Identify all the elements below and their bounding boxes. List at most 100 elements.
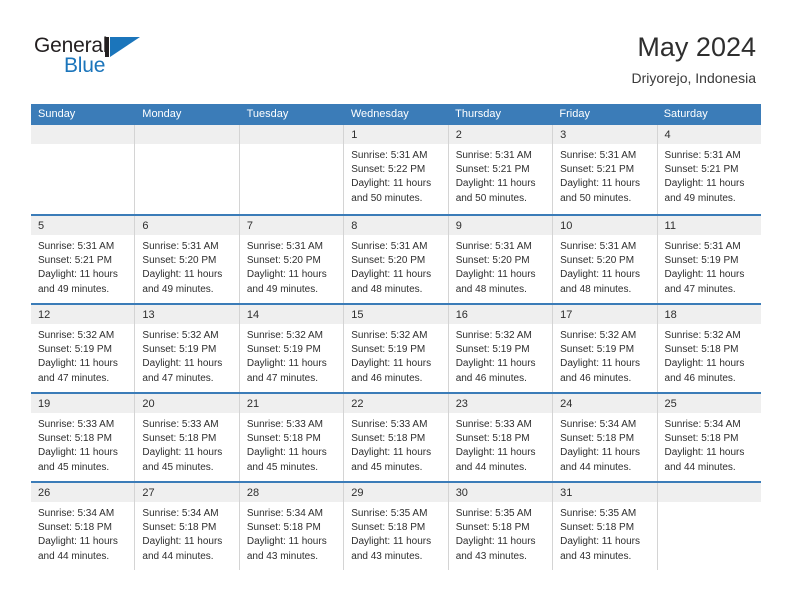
day-number: 20 [142, 398, 155, 410]
sunrise-text: Sunrise: 5:32 AM [351, 330, 428, 341]
day-cell[interactable]: 19 Sunrise: 5:33 AM Sunset: 5:18 PM Dayligh… [31, 394, 135, 481]
daylight-text-line2: and 45 minutes. [351, 461, 423, 473]
sunset-text: Sunset: 5:20 PM [246, 255, 321, 267]
day-number-band: 10 [553, 216, 657, 235]
day-cell[interactable]: 22 Sunrise: 5:33 AM Sunset: 5:18 PM Dayligh… [343, 394, 448, 481]
daylight-text-line2: and 43 minutes. [246, 550, 319, 562]
day-number-band [135, 125, 239, 144]
sunrise-text: Sunrise: 5:32 AM [246, 330, 323, 341]
day-info: Sunrise: 5:33 AM Sunset: 5:18 PM Daylight:… [31, 413, 134, 475]
day-cell-empty [31, 125, 135, 214]
sunrise-text: Sunrise: 5:34 AM [246, 508, 323, 519]
day-cell[interactable]: 27 Sunrise: 5:34 AM Sunset: 5:18 PM Dayligh… [134, 483, 239, 570]
daylight-text-line1: Daylight: 11 hours [246, 447, 327, 459]
day-cell[interactable]: 18 Sunrise: 5:32 AM Sunset: 5:18 PM Dayligh… [656, 305, 761, 392]
day-info: Sunrise: 5:32 AM Sunset: 5:19 PM Daylight:… [31, 324, 134, 386]
day-cell[interactable]: 20 Sunrise: 5:33 AM Sunset: 5:18 PM Dayligh… [134, 394, 239, 481]
logo-triangle-icon [110, 37, 140, 57]
general-blue-logo[interactable]: General Blue [34, 34, 164, 84]
day-number: 17 [560, 309, 573, 321]
day-number-band: 1 [344, 125, 448, 144]
day-number: 4 [664, 129, 671, 141]
sunrise-text: Sunrise: 5:31 AM [38, 241, 115, 252]
day-number: 13 [142, 309, 155, 321]
day-number: 30 [455, 487, 468, 499]
day-cell[interactable]: 4 Sunrise: 5:31 AM Sunset: 5:21 PM Daylight… [656, 125, 761, 214]
day-cell[interactable]: 17 Sunrise: 5:32 AM Sunset: 5:19 PM Dayligh… [552, 305, 657, 392]
day-cell[interactable]: 13 Sunrise: 5:32 AM Sunset: 5:19 PM Dayligh… [134, 305, 239, 392]
daylight-text-line1: Daylight: 11 hours [560, 269, 640, 281]
day-info: Sunrise: 5:31 AM Sunset: 5:22 PM Daylight:… [344, 144, 447, 206]
day-cell[interactable]: 9 Sunrise: 5:31 AM Sunset: 5:20 PM Daylight… [447, 216, 553, 303]
daylight-text-line1: Daylight: 11 hours [455, 447, 536, 459]
day-cell[interactable]: 14 Sunrise: 5:32 AM Sunset: 5:19 PM Dayligh… [238, 305, 344, 392]
sunrise-text: Sunrise: 5:31 AM [351, 150, 428, 161]
day-cell[interactable]: 30 Sunrise: 5:35 AM Sunset: 5:18 PM Dayligh… [447, 483, 553, 570]
sunrise-text: Sunrise: 5:31 AM [246, 241, 323, 252]
sunrise-text: Sunrise: 5:33 AM [38, 419, 115, 430]
day-number: 25 [664, 398, 677, 410]
day-number-band: 18 [657, 305, 761, 324]
day-cell[interactable]: 28 Sunrise: 5:34 AM Sunset: 5:18 PM Dayligh… [238, 483, 344, 570]
day-info: Sunrise: 5:31 AM Sunset: 5:21 PM Daylight:… [449, 144, 552, 206]
sunrise-text: Sunrise: 5:35 AM [455, 508, 532, 519]
day-cell[interactable]: 26 Sunrise: 5:34 AM Sunset: 5:18 PM Dayligh… [31, 483, 135, 570]
sunset-text: Sunset: 5:19 PM [38, 344, 112, 356]
day-number: 14 [246, 309, 260, 321]
daylight-text-line1: Daylight: 11 hours [351, 178, 432, 190]
day-cell[interactable]: 21 Sunrise: 5:33 AM Sunset: 5:18 PM Dayligh… [238, 394, 344, 481]
day-cell[interactable]: 8 Sunrise: 5:31 AM Sunset: 5:20 PM Daylight… [343, 216, 448, 303]
sunset-text: Sunset: 5:18 PM [142, 522, 217, 534]
day-cell[interactable]: 6 Sunrise: 5:31 AM Sunset: 5:20 PM Daylight… [134, 216, 239, 303]
logo-text-blue: Blue [64, 54, 106, 77]
sunrise-text: Sunrise: 5:32 AM [455, 330, 532, 341]
daylight-text-line1: Daylight: 11 hours [246, 536, 327, 548]
day-number-band: 24 [553, 394, 657, 413]
day-info: Sunrise: 5:34 AM Sunset: 5:18 PM Daylight:… [240, 502, 343, 564]
daylight-text-line1: Daylight: 11 hours [455, 536, 536, 548]
day-info: Sunrise: 5:31 AM Sunset: 5:20 PM Daylight:… [135, 235, 238, 297]
day-cell[interactable]: 12 Sunrise: 5:32 AM Sunset: 5:19 PM Dayligh… [31, 305, 135, 392]
day-cell[interactable]: 29 Sunrise: 5:35 AM Sunset: 5:18 PM Dayligh… [343, 483, 448, 570]
daylight-text-line2: and 44 minutes. [142, 550, 214, 562]
day-cell[interactable]: 3 Sunrise: 5:31 AM Sunset: 5:21 PM Daylight… [552, 125, 657, 214]
day-cell[interactable]: 1 Sunrise: 5:31 AM Sunset: 5:22 PM Daylight… [343, 125, 448, 214]
day-cell[interactable]: 11 Sunrise: 5:31 AM Sunset: 5:19 PM Dayligh… [656, 216, 761, 303]
day-cell[interactable]: 24 Sunrise: 5:34 AM Sunset: 5:18 PM Dayligh… [552, 394, 657, 481]
day-cell[interactable]: 5 Sunrise: 5:31 AM Sunset: 5:21 PM Daylight… [31, 216, 135, 303]
day-number-band: 7 [239, 216, 344, 235]
daylight-text-line2: and 45 minutes. [142, 461, 214, 473]
sunset-text: Sunset: 5:20 PM [455, 255, 530, 267]
daylight-text-line2: and 44 minutes. [560, 461, 632, 473]
day-number-band: 4 [657, 125, 761, 144]
sunset-text: Sunset: 5:20 PM [351, 255, 426, 267]
day-info: Sunrise: 5:31 AM Sunset: 5:20 PM Daylight:… [344, 235, 447, 297]
daylight-text-line1: Daylight: 11 hours [560, 447, 640, 459]
day-number-band: 17 [553, 305, 657, 324]
day-info: Sunrise: 5:31 AM Sunset: 5:20 PM Daylight:… [553, 235, 656, 297]
sunset-text: Sunset: 5:21 PM [455, 164, 530, 176]
day-cell[interactable]: 2 Sunrise: 5:31 AM Sunset: 5:21 PM Daylight… [447, 125, 553, 214]
daylight-text-line2: and 48 minutes. [351, 283, 423, 295]
day-number-band: 29 [344, 483, 448, 502]
day-cell[interactable]: 31 Sunrise: 5:35 AM Sunset: 5:18 PM Dayligh… [552, 483, 657, 570]
sunrise-text: Sunrise: 5:34 AM [560, 419, 637, 430]
sunset-text: Sunset: 5:18 PM [351, 433, 426, 445]
daylight-text-line2: and 45 minutes. [246, 461, 319, 473]
week-row: 5 Sunrise: 5:31 AM Sunset: 5:21 PM Daylight… [31, 214, 761, 303]
sunset-text: Sunset: 5:18 PM [664, 344, 739, 356]
day-cell[interactable]: 7 Sunrise: 5:31 AM Sunset: 5:20 PM Daylight… [238, 216, 344, 303]
day-cell[interactable]: 23 Sunrise: 5:33 AM Sunset: 5:18 PM Dayligh… [447, 394, 553, 481]
daylight-text-line2: and 47 minutes. [142, 372, 214, 384]
daylight-text-line1: Daylight: 11 hours [38, 358, 118, 370]
week-row: 12 Sunrise: 5:32 AM Sunset: 5:19 PM Dayligh… [31, 303, 761, 392]
page-subtitle: Driyorejo, Indonesia [631, 70, 756, 86]
day-number: 15 [351, 309, 364, 321]
day-cell[interactable]: 15 Sunrise: 5:32 AM Sunset: 5:19 PM Dayligh… [343, 305, 448, 392]
day-number-band: 14 [239, 305, 344, 324]
day-info: Sunrise: 5:35 AM Sunset: 5:18 PM Daylight:… [553, 502, 656, 564]
day-cell[interactable]: 25 Sunrise: 5:34 AM Sunset: 5:18 PM Dayligh… [656, 394, 761, 481]
daylight-text-line1: Daylight: 11 hours [246, 358, 327, 370]
day-cell[interactable]: 10 Sunrise: 5:31 AM Sunset: 5:20 PM Dayligh… [552, 216, 657, 303]
day-cell[interactable]: 16 Sunrise: 5:32 AM Sunset: 5:19 PM Dayligh… [447, 305, 553, 392]
